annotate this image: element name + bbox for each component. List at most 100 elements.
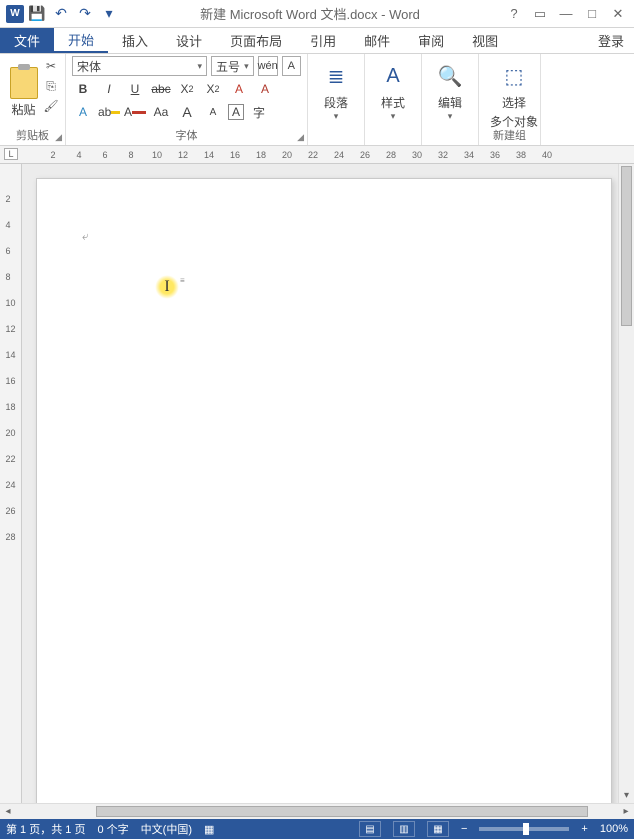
vscroll-thumb[interactable] (621, 166, 632, 326)
change-case-button[interactable]: Aa (150, 102, 172, 122)
document-page[interactable]: ⤶ I ≡ (36, 178, 612, 803)
hscroll-track[interactable] (16, 804, 618, 819)
ruler-tick: 14 (196, 150, 222, 160)
styles-button[interactable]: A 样式 ▾ (371, 56, 415, 122)
paste-button[interactable]: 粘贴 (6, 56, 41, 128)
ribbon-options-icon[interactable]: ▭ (528, 4, 552, 24)
font-size-combo[interactable]: 五号 ▾ (211, 56, 254, 76)
enclose-char-button[interactable]: A (282, 56, 301, 76)
font-name-combo[interactable]: 宋体 ▾ (72, 56, 207, 76)
tab-design[interactable]: 设计 (162, 28, 216, 53)
editing-button[interactable]: 🔍 编辑 ▾ (428, 56, 472, 122)
zoom-slider[interactable] (479, 827, 569, 831)
paragraph-label: 段落 (324, 94, 348, 111)
word-count[interactable]: 0 个字 (97, 821, 128, 837)
circled-char-button[interactable]: 字 (248, 102, 270, 122)
paragraph-button[interactable]: ≣ 段落 ▾ (314, 56, 358, 122)
tab-references[interactable]: 引用 (296, 28, 350, 53)
select-label-1: 选择 (502, 94, 526, 111)
tab-mail[interactable]: 邮件 (350, 28, 404, 53)
vruler-tick: 26 (5, 506, 15, 532)
styles-icon: A (377, 60, 409, 92)
underline-button[interactable]: U (124, 79, 146, 99)
tab-view[interactable]: 视图 (458, 28, 512, 53)
ruler-tick: 40 (534, 150, 560, 160)
vruler-tick: 20 (5, 428, 15, 454)
login-link[interactable]: 登录 (588, 28, 634, 53)
paragraph-mark-icon: ⤶ (82, 229, 89, 244)
macro-record-icon[interactable]: ▦ (204, 823, 214, 836)
restore-icon[interactable]: □ (580, 4, 604, 24)
select-objects-button[interactable]: ⬚ 选择 多个对象 (485, 56, 543, 130)
zoom-level[interactable]: 100% (600, 823, 628, 835)
group-editing: 🔍 编辑 ▾ (422, 54, 479, 145)
paste-icon (10, 67, 38, 99)
ruler-tick: 32 (430, 150, 456, 160)
char-border-button[interactable]: A (228, 104, 244, 120)
editing-label: 编辑 (438, 94, 462, 111)
grow-font-button[interactable]: A (176, 102, 198, 122)
ribbon-tabs: 文件 开始 插入 设计 页面布局 引用 邮件 审阅 视图 登录 (0, 28, 634, 54)
text-effects-button[interactable]: A (228, 79, 250, 99)
horizontal-scrollbar[interactable]: ◂ ▸ (0, 803, 634, 819)
italic-button[interactable]: I (98, 79, 120, 99)
hscroll-thumb[interactable] (96, 806, 588, 817)
chevron-down-icon: ▾ (448, 111, 453, 122)
print-layout-icon[interactable]: ▥ (393, 821, 415, 837)
cursor-tooltip-icon: ≡ (180, 279, 185, 283)
horizontal-ruler[interactable]: L 246810121416182022242628303234363840 (0, 146, 634, 164)
save-icon[interactable]: 💾 (28, 5, 46, 23)
phonetic-guide-button[interactable]: wén (258, 56, 278, 76)
page-scroll[interactable]: ⤶ I ≡ (22, 164, 634, 803)
font-color-a-button[interactable]: A (72, 102, 94, 122)
font-color-button[interactable]: A (124, 102, 146, 122)
scroll-left-icon[interactable]: ◂ (0, 804, 16, 819)
vruler-tick: 6 (5, 246, 15, 272)
vertical-scrollbar[interactable]: ▴ ▾ (618, 164, 634, 803)
web-layout-icon[interactable]: ▦ (427, 821, 449, 837)
undo-icon[interactable]: ↶ (52, 5, 70, 23)
clipboard-launcher-icon[interactable]: ◢ (55, 132, 62, 143)
cut-icon[interactable]: ✂ (43, 58, 59, 74)
chevron-down-icon: ▾ (244, 61, 249, 72)
qat-more-icon[interactable]: ▾ (100, 5, 118, 23)
tab-review[interactable]: 审阅 (404, 28, 458, 53)
language-status[interactable]: 中文(中国) (141, 821, 192, 837)
group-paragraph: ≣ 段落 ▾ (308, 54, 365, 145)
ruler-tick: 6 (92, 150, 118, 160)
zoom-handle[interactable] (523, 823, 529, 835)
bold-button[interactable]: B (72, 79, 94, 99)
scroll-down-icon[interactable]: ▾ (619, 787, 634, 803)
font-name-value: 宋体 (77, 58, 101, 75)
paragraph-icon: ≣ (320, 60, 352, 92)
vertical-ruler[interactable]: 246810121416182022242628 (0, 164, 22, 803)
close-icon[interactable]: ✕ (606, 4, 630, 24)
help-icon[interactable]: ? (502, 4, 526, 24)
highlight-button[interactable]: ab (98, 102, 120, 122)
group-select-objects: ⬚ 选择 多个对象 新建组 (479, 54, 541, 145)
read-mode-icon[interactable]: ▤ (359, 821, 381, 837)
tab-selector-icon[interactable]: L (4, 148, 18, 160)
page-status[interactable]: 第 1 页，共 1 页 (6, 821, 85, 837)
shrink-font-button[interactable]: A (202, 102, 224, 122)
ruler-tick: 10 (144, 150, 170, 160)
tab-insert[interactable]: 插入 (108, 28, 162, 53)
minimize-icon[interactable]: — (554, 4, 578, 24)
tab-layout[interactable]: 页面布局 (216, 28, 296, 53)
redo-icon[interactable]: ↷ (76, 5, 94, 23)
format-painter-icon[interactable]: 🖌 (43, 98, 59, 114)
zoom-in-button[interactable]: + (581, 823, 587, 835)
strikethrough-button[interactable]: abc (150, 79, 172, 99)
zoom-out-button[interactable]: − (461, 823, 467, 835)
clear-format-button[interactable]: A (254, 79, 276, 99)
copy-icon[interactable]: ⎘ (43, 78, 59, 94)
superscript-button[interactable]: X2 (202, 79, 224, 99)
document-area: 246810121416182022242628 ⤶ I ≡ (0, 164, 634, 803)
styles-label: 样式 (381, 94, 405, 111)
tab-file[interactable]: 文件 (0, 28, 54, 53)
font-launcher-icon[interactable]: ◢ (297, 132, 304, 143)
scroll-right-icon[interactable]: ▸ (618, 804, 634, 819)
subscript-button[interactable]: X2 (176, 79, 198, 99)
tab-home[interactable]: 开始 (54, 28, 108, 53)
font-size-value: 五号 (216, 58, 240, 75)
